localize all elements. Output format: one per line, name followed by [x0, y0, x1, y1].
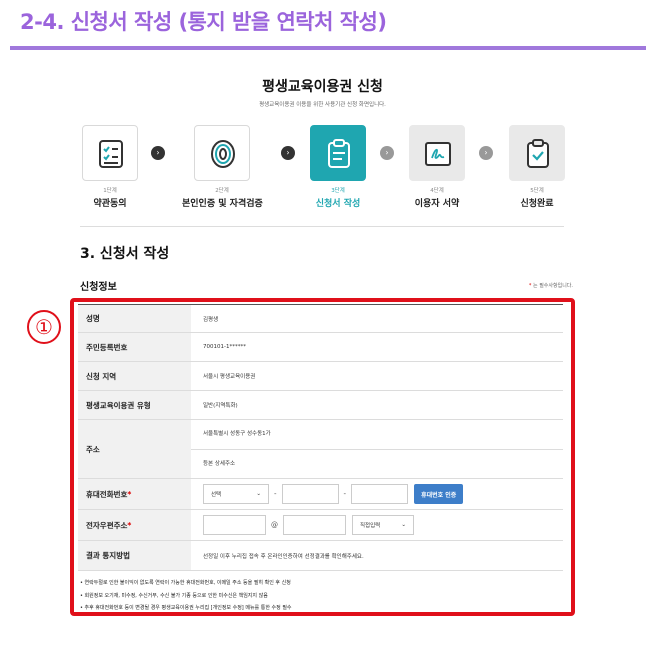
clipboard-form-icon — [310, 125, 366, 181]
chevron-right-icon: › — [151, 146, 165, 160]
highlight-box — [70, 298, 575, 616]
step-label: 본인인증 및 자격검증 — [182, 199, 263, 209]
title-divider — [10, 46, 646, 50]
required-note-text: 는 필수사항입니다. — [533, 283, 573, 289]
step-number: 3단계 — [331, 188, 345, 194]
step-5: 5단계 신청완료 — [497, 125, 577, 209]
fingerprint-icon — [194, 125, 250, 181]
chevron-right-icon: › — [281, 146, 295, 160]
chevron-right-icon: › — [380, 146, 394, 160]
step-4: 4단계 이용자 서약 — [397, 125, 477, 209]
section-title: 3. 신청서 작성 — [80, 246, 170, 262]
info-title: 신청정보 — [80, 282, 117, 293]
clipboard-check-icon — [509, 125, 565, 181]
required-star: * — [528, 283, 532, 289]
section-divider — [80, 226, 564, 227]
slide-title: 2-4. 신청서 작성 (통지 받을 연락처 작성) — [20, 10, 387, 34]
step-2: 2단계 본인인증 및 자격검증 — [182, 125, 263, 209]
step-number: 4단계 — [430, 188, 444, 194]
step-1: 1단계 약관동의 — [70, 125, 150, 209]
step-3: 3단계 신청서 작성 — [298, 125, 378, 209]
checklist-icon — [82, 125, 138, 181]
step-number: 1단계 — [103, 188, 117, 194]
step-label: 신청완료 — [520, 199, 554, 209]
required-note: * 는 필수사항입니다. — [529, 282, 573, 289]
signature-icon — [409, 125, 465, 181]
chevron-right-icon: › — [479, 146, 493, 160]
callout-number: ① — [27, 310, 61, 344]
page-subtitle: 평생교육이용권 이용을 위한 사용기관 신청 화면입니다. — [259, 102, 386, 108]
step-label: 약관동의 — [93, 199, 127, 209]
page-title: 평생교육이용권 신청 — [262, 79, 383, 95]
step-indicator: 1단계 약관동의 › 2단계 본인인증 및 자격검증 › 3단계 신청서 작성 … — [82, 125, 572, 215]
step-number: 5단계 — [530, 188, 544, 194]
step-label: 이용자 서약 — [414, 199, 460, 209]
step-label: 신청서 작성 — [315, 199, 361, 209]
step-number: 2단계 — [215, 188, 229, 194]
